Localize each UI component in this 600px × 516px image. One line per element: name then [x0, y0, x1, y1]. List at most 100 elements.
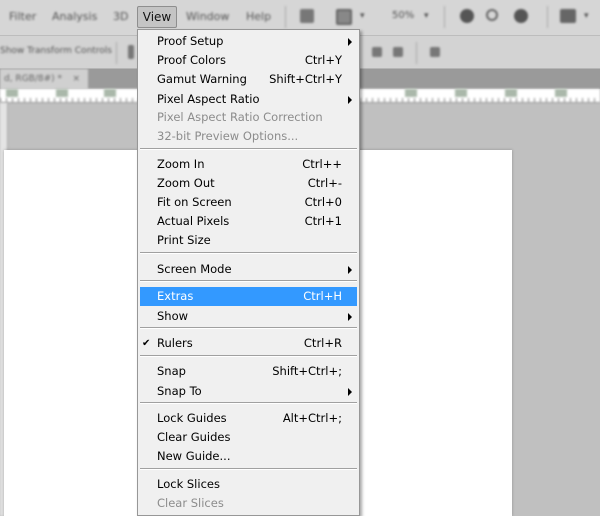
menu-item-shortcut: Ctrl+- — [307, 176, 342, 190]
zoom-dropdown-arrow-icon[interactable]: ▾ — [424, 11, 429, 21]
submenu-arrow-icon — [348, 313, 352, 321]
view-menu-dropdown: Proof Setup Proof Colors Ctrl+Y Gamut Warni… — [137, 29, 360, 516]
menu-item-label: Clear Guides — [157, 430, 231, 444]
ruler-tick-label — [555, 89, 567, 97]
menu-item-pixel-aspect-ratio-correction: Pixel Aspect Ratio Correction — [140, 108, 357, 127]
menu-item-label: Snap To — [157, 384, 202, 398]
menu-item-shortcut: Shift+Ctrl+Y — [269, 72, 342, 86]
menu-item-label: Proof Colors — [157, 53, 226, 67]
zoom-level-select[interactable]: 50% — [392, 10, 414, 21]
menu-item-label: Clear Slices — [157, 496, 224, 510]
menu-item-screen-mode[interactable]: Screen Mode — [140, 260, 357, 279]
divider — [547, 6, 548, 28]
show-transform-controls-label[interactable]: Show Transform Controls — [0, 46, 112, 56]
divider — [416, 42, 417, 64]
menu-item-lock-slices[interactable]: Lock Slices — [140, 475, 357, 494]
menu-analysis[interactable]: Analysis — [52, 10, 97, 23]
menu-item-shortcut: Alt+Ctrl+; — [282, 411, 342, 425]
menu-item-show[interactable]: Show — [140, 307, 357, 326]
menu-item-label: New Guide... — [157, 449, 231, 463]
ruler-tick-label — [104, 89, 116, 97]
menu-item-extras[interactable]: Extras Ctrl+H — [140, 287, 357, 306]
menu-item-shortcut: Shift+Ctrl+; — [272, 364, 342, 378]
menu-item-zoom-in[interactable]: Zoom In Ctrl++ — [140, 155, 357, 174]
divider — [285, 6, 286, 28]
ruler-tick-label — [6, 89, 18, 97]
submenu-arrow-icon — [348, 388, 352, 396]
menu-item-label: Print Size — [157, 233, 211, 247]
menu-item-label: Zoom In — [157, 157, 205, 171]
menu-item-label: Rulers — [157, 336, 193, 350]
ruler-tick-label — [505, 89, 517, 97]
menu-item-label: Zoom Out — [157, 176, 215, 190]
menu-separator — [140, 148, 357, 150]
distribute-icon[interactable] — [393, 47, 403, 57]
menu-item-label: Screen Mode — [157, 262, 232, 276]
menu-separator — [140, 327, 357, 329]
workspace-icon[interactable] — [560, 9, 576, 23]
menu-item-label: Proof Setup — [157, 34, 224, 48]
menu-item-label: Actual Pixels — [157, 214, 230, 228]
menu-item-zoom-out[interactable]: Zoom Out Ctrl+- — [140, 174, 357, 193]
menu-item-label: Show — [157, 309, 189, 323]
menu-item-clear-guides[interactable]: Clear Guides — [140, 428, 357, 447]
menu-filter[interactable]: Filter — [9, 10, 36, 23]
submenu-arrow-icon — [348, 266, 352, 274]
divider — [444, 6, 445, 28]
bridge-icon[interactable] — [300, 9, 314, 23]
submenu-arrow-icon — [348, 96, 352, 104]
distribute-icon[interactable] — [372, 47, 382, 57]
menu-item-clear-slices: Clear Slices — [140, 494, 357, 513]
menu-item-label: Pixel Aspect Ratio — [157, 92, 260, 106]
menu-item-proof-setup[interactable]: Proof Setup — [140, 32, 357, 51]
menu-separator — [140, 280, 357, 282]
ruler-tick-label — [56, 89, 68, 97]
menu-item-shortcut: Ctrl+R — [303, 336, 342, 350]
menu-item-label: Snap — [157, 364, 186, 378]
menu-item-pixel-aspect-ratio[interactable]: Pixel Aspect Ratio — [140, 90, 357, 109]
arrange-documents-icon[interactable] — [336, 9, 352, 25]
menu-item-new-guide[interactable]: New Guide... — [140, 447, 357, 466]
checkmark-icon: ✔ — [142, 338, 151, 349]
menu-help[interactable]: Help — [246, 10, 271, 23]
menu-separator — [140, 252, 357, 254]
menu-item-label: Fit on Screen — [157, 195, 232, 209]
menu-separator — [140, 355, 357, 357]
menu-item-label: Lock Slices — [157, 477, 220, 491]
menu-item-lock-guides[interactable]: Lock Guides Alt+Ctrl+; — [140, 409, 357, 428]
menu-item-shortcut: Ctrl++ — [302, 157, 342, 171]
document-tab-title: d, RGB/8#) * — [4, 74, 63, 84]
menu-view[interactable]: View — [137, 6, 177, 28]
rotate-view-icon[interactable] — [514, 9, 528, 23]
document-tab[interactable]: d, RGB/8#) * × — [0, 69, 88, 89]
menu-item-actual-pixels[interactable]: Actual Pixels Ctrl+1 — [140, 212, 357, 231]
ruler-tick-label — [455, 89, 467, 97]
menu-item-proof-colors[interactable]: Proof Colors Ctrl+Y — [140, 51, 357, 70]
divider — [116, 42, 117, 64]
menu-item-print-size[interactable]: Print Size — [140, 231, 357, 250]
close-tab-icon[interactable]: × — [72, 69, 80, 89]
menu-item-shortcut: Ctrl+0 — [304, 195, 342, 209]
menu-item-shortcut: Ctrl+H — [303, 289, 342, 303]
menu-item-label: Gamut Warning — [157, 72, 247, 86]
ruler-tick-label — [405, 89, 417, 97]
menu-item-snap[interactable]: Snap Shift+Ctrl+; — [140, 362, 357, 381]
menu-item-shortcut: Ctrl+1 — [304, 214, 342, 228]
arrange-dropdown-arrow-icon[interactable]: ▾ — [360, 11, 365, 21]
menu-window[interactable]: Window — [186, 10, 229, 23]
menu-item-rulers[interactable]: ✔ Rulers Ctrl+R — [140, 334, 357, 353]
menu-item-label: Pixel Aspect Ratio Correction — [157, 110, 323, 124]
menu-item-fit-on-screen[interactable]: Fit on Screen Ctrl+0 — [140, 193, 357, 212]
menu-item-gamut-warning[interactable]: Gamut Warning Shift+Ctrl+Y — [140, 70, 357, 89]
menu-item-label: 32-bit Preview Options... — [157, 129, 299, 143]
hand-tool-icon[interactable] — [460, 9, 474, 23]
auto-align-icon[interactable] — [430, 47, 440, 57]
menu-item-snap-to[interactable]: Snap To — [140, 382, 357, 401]
menu-item-label: Lock Guides — [157, 411, 227, 425]
zoom-tool-icon[interactable] — [486, 9, 498, 21]
align-icon[interactable] — [128, 45, 134, 59]
submenu-arrow-icon — [348, 38, 352, 46]
menu-3d[interactable]: 3D — [113, 10, 128, 23]
workspace-dropdown-arrow-icon[interactable]: ▾ — [584, 11, 589, 21]
menu-separator — [140, 402, 357, 404]
